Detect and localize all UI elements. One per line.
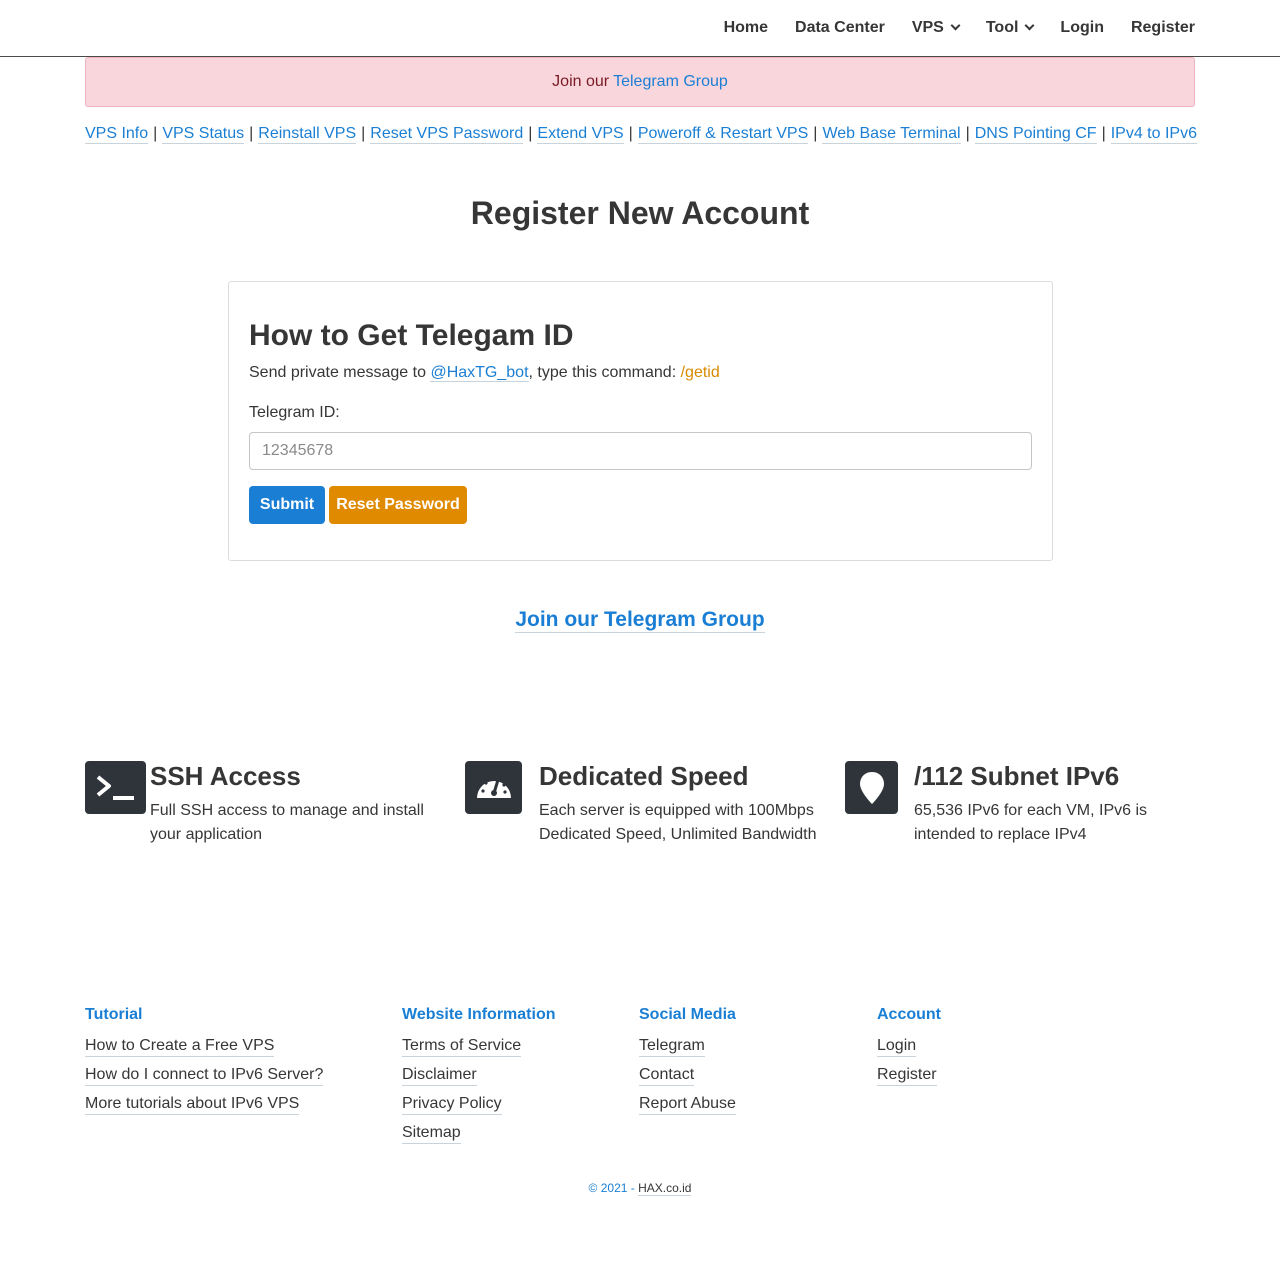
quick-link-reinstall-vps[interactable]: Reinstall VPS: [258, 125, 357, 144]
footer-heading: Tutorial: [85, 1006, 143, 1023]
footer-link[interactable]: How do I connect to IPv6 Server?: [85, 1066, 324, 1086]
nav-register[interactable]: Register: [1131, 19, 1195, 37]
quick-link-ipv4-to-ipv6[interactable]: IPv4 to IPv6: [1110, 125, 1197, 144]
footer-tutorial: Tutorial How to Create a Free VPS How do…: [85, 1006, 324, 1124]
register-card: How to Get Telegam ID Send private messa…: [228, 281, 1053, 561]
footer-link[interactable]: How to Create a Free VPS: [85, 1037, 275, 1057]
footer-link[interactable]: Sitemap: [402, 1124, 461, 1144]
footer-heading: Social Media: [639, 1006, 736, 1023]
separator: |: [628, 125, 633, 142]
alert-text: Join our: [552, 73, 610, 90]
feature-speed: Dedicated Speed Each server is equipped …: [465, 761, 820, 851]
chevron-down-icon: [950, 20, 961, 31]
footer-account: Account Login Register: [877, 1006, 941, 1095]
quick-links: VPS Info | VPS Status | Reinstall VPS | Reset …: [85, 125, 1197, 144]
quick-link-dns-pointing[interactable]: DNS Pointing CF: [974, 125, 1097, 144]
footer-link[interactable]: Telegram: [639, 1037, 705, 1057]
footer-heading: Account: [877, 1006, 941, 1023]
separator: |: [528, 125, 533, 142]
nav-menu: Home Data Center VPS Tool Login Register: [697, 0, 1195, 56]
separator: |: [1101, 125, 1106, 142]
copyright: © 2021 - HAX.co.id: [0, 1181, 1280, 1196]
nav-data-center[interactable]: Data Center: [795, 19, 885, 37]
alert-telegram-link[interactable]: Telegram Group: [613, 73, 728, 91]
join-telegram-link[interactable]: Join our Telegram Group: [515, 608, 765, 633]
footer-link[interactable]: Contact: [639, 1066, 695, 1086]
telegram-alert: Join our Telegram Group: [85, 57, 1195, 107]
nav-home[interactable]: Home: [724, 19, 768, 37]
separator: |: [813, 125, 818, 142]
instruction-prefix: Send private message to: [249, 364, 426, 381]
footer-link[interactable]: More tutorials about IPv6 VPS: [85, 1095, 300, 1115]
copyright-text: © 2021 -: [588, 1181, 635, 1195]
feature-title: /112 Subnet IPv6: [914, 761, 1120, 791]
join-telegram-section: Join our Telegram Group: [0, 608, 1280, 633]
reset-password-button[interactable]: Reset Password: [329, 486, 467, 524]
card-heading: How to Get Telegam ID: [249, 319, 574, 352]
footer-social-media: Social Media Telegram Contact Report Abu…: [639, 1006, 736, 1124]
map-marker-icon: [845, 761, 898, 814]
footer-website-info: Website Information Terms of Service Dis…: [402, 1006, 556, 1153]
quick-link-vps-status[interactable]: VPS Status: [162, 125, 245, 144]
telegram-id-label: Telegram ID:: [249, 404, 340, 421]
separator: |: [361, 125, 366, 142]
footer-link[interactable]: Privacy Policy: [402, 1095, 502, 1115]
navbar: Home Data Center VPS Tool Login Register: [0, 0, 1280, 57]
command-text: /getid: [680, 364, 720, 381]
separator: |: [153, 125, 158, 142]
quick-link-poweroff-restart[interactable]: Poweroff & Restart VPS: [637, 125, 809, 144]
feature-description: 65,536 IPv6 for each VM, IPv6 is intende…: [914, 802, 1148, 843]
page-title: Register New Account: [470, 195, 810, 231]
feature-ipv6: /112 Subnet IPv6 65,536 IPv6 for each VM…: [845, 761, 1195, 851]
feature-description: Each server is equipped with 100Mbps Ded…: [539, 802, 817, 843]
footer-link[interactable]: Login: [877, 1037, 917, 1057]
footer-link[interactable]: Terms of Service: [402, 1037, 522, 1057]
copyright-site-link[interactable]: HAX.co.id: [638, 1181, 692, 1196]
separator: |: [249, 125, 254, 142]
terminal-icon: [85, 761, 146, 814]
footer-link[interactable]: Report Abuse: [639, 1095, 736, 1115]
nav-tool-dropdown[interactable]: Tool: [985, 19, 1035, 37]
feature-ssh: SSH Access Full SSH access to manage and…: [85, 761, 435, 851]
quick-link-vps-info[interactable]: VPS Info: [85, 125, 149, 144]
feature-title: Dedicated Speed: [539, 761, 749, 791]
bot-link[interactable]: @HaxTG_bot: [430, 364, 529, 382]
nav-tool-label: Tool: [985, 19, 1019, 36]
footer-link[interactable]: Disclaimer: [402, 1066, 477, 1086]
telegram-id-input[interactable]: [249, 432, 1032, 470]
nav-vps-label: VPS: [911, 19, 944, 36]
quick-link-reset-vps-password[interactable]: Reset VPS Password: [370, 125, 524, 144]
feature-description: Full SSH access to manage and install yo…: [150, 802, 424, 843]
instruction-text: Send private message to @HaxTG_bot, type…: [249, 364, 720, 382]
speedometer-icon: [465, 761, 522, 814]
nav-vps-dropdown[interactable]: VPS: [911, 19, 961, 37]
quick-link-web-terminal[interactable]: Web Base Terminal: [822, 125, 961, 144]
footer-heading: Website Information: [402, 1006, 556, 1023]
quick-link-extend-vps[interactable]: Extend VPS: [537, 125, 624, 144]
feature-title: SSH Access: [150, 761, 301, 791]
instruction-mid: , type this command:: [528, 364, 677, 381]
chevron-down-icon: [1024, 20, 1035, 31]
nav-login[interactable]: Login: [1060, 19, 1104, 37]
footer-link[interactable]: Register: [877, 1066, 937, 1086]
separator: |: [965, 125, 970, 142]
submit-button[interactable]: Submit: [249, 486, 325, 524]
